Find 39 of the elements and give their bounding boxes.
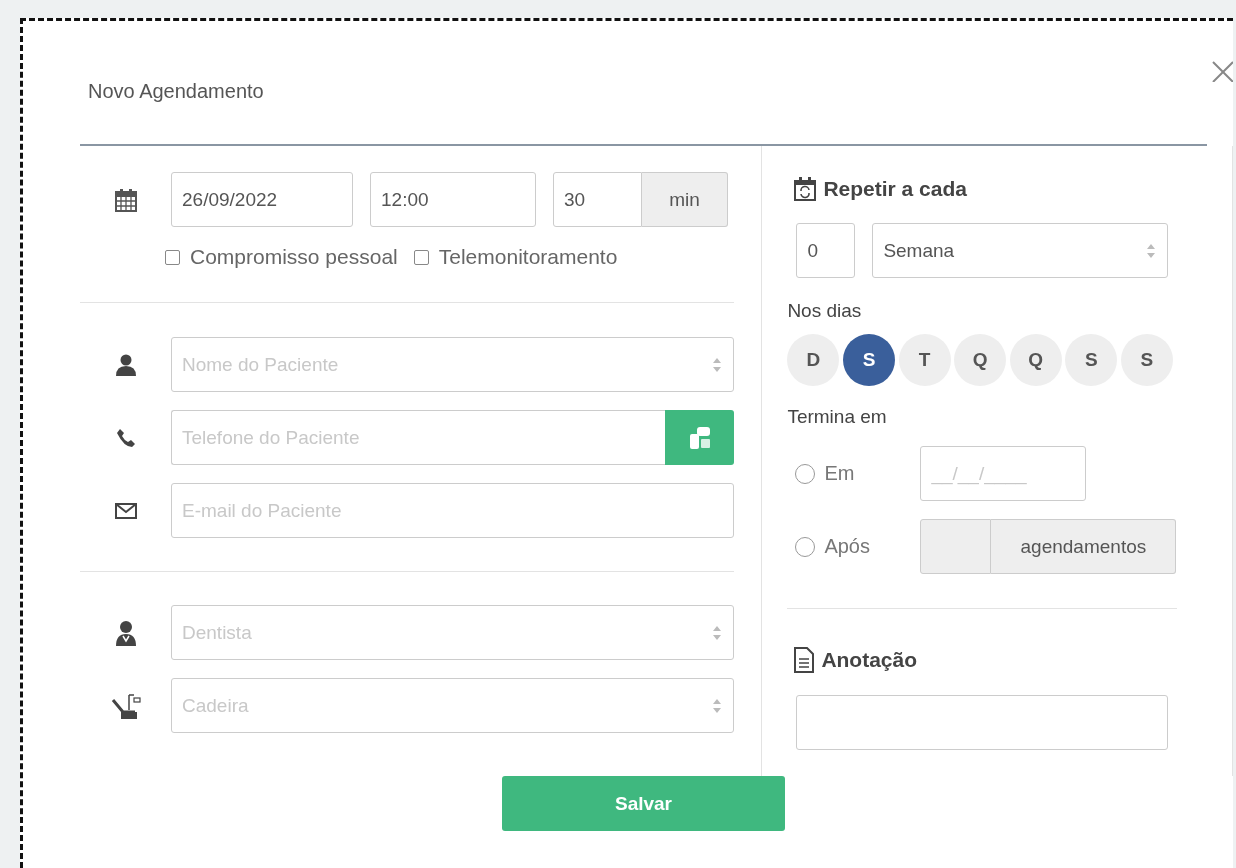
chat-phone-icon xyxy=(687,425,712,450)
label: Nos dias xyxy=(787,300,863,322)
envelope-icon xyxy=(114,502,137,519)
weekday-toggle[interactable]: S xyxy=(1065,334,1118,386)
checkbox-label: Compromisso pessoal xyxy=(190,245,398,269)
close-icon xyxy=(1209,58,1233,82)
weekday-toggle[interactable]: D xyxy=(787,334,840,386)
date-field[interactable]: 26/09/2022 xyxy=(171,172,353,227)
note-field[interactable] xyxy=(796,695,1169,750)
dental-chair-icon xyxy=(110,691,141,720)
calendar-repeat-icon xyxy=(793,176,818,202)
person-icon xyxy=(115,619,136,646)
select-value: Semana xyxy=(883,239,955,262)
weekday-toggle[interactable]: S xyxy=(842,334,895,386)
section-title: Anotação xyxy=(821,648,918,672)
section-title: Repetir a cada xyxy=(823,177,967,201)
unit-label: agendamentos xyxy=(991,519,1177,574)
time-field[interactable]: 12:00 xyxy=(370,172,536,227)
radio-label: Em xyxy=(824,462,855,485)
weekday-toggle[interactable]: S xyxy=(1120,334,1173,386)
contact-button[interactable] xyxy=(665,410,735,465)
select-field[interactable]: Semana xyxy=(872,223,1169,278)
label: Termina em xyxy=(787,406,888,428)
unit-label: min xyxy=(642,172,728,227)
weekday-toggle[interactable]: Q xyxy=(954,334,1007,386)
checkbox[interactable] xyxy=(165,249,180,265)
user-icon xyxy=(115,353,136,376)
checkbox-label: Telemonitoramento xyxy=(438,245,618,269)
checkbox[interactable] xyxy=(413,249,429,265)
count-field[interactable] xyxy=(920,519,992,574)
count-field[interactable]: 0 xyxy=(796,223,856,278)
document-icon xyxy=(793,647,816,673)
calendar-icon xyxy=(113,187,138,212)
dialog-title: Novo Agendamento xyxy=(88,80,264,103)
duration-field[interactable]: 30 xyxy=(553,172,642,227)
phone-icon xyxy=(115,427,136,448)
weekday-toggle[interactable]: T xyxy=(898,334,951,386)
radio-label: Após xyxy=(824,535,870,558)
weekday-toggle[interactable]: Q xyxy=(1009,334,1062,386)
